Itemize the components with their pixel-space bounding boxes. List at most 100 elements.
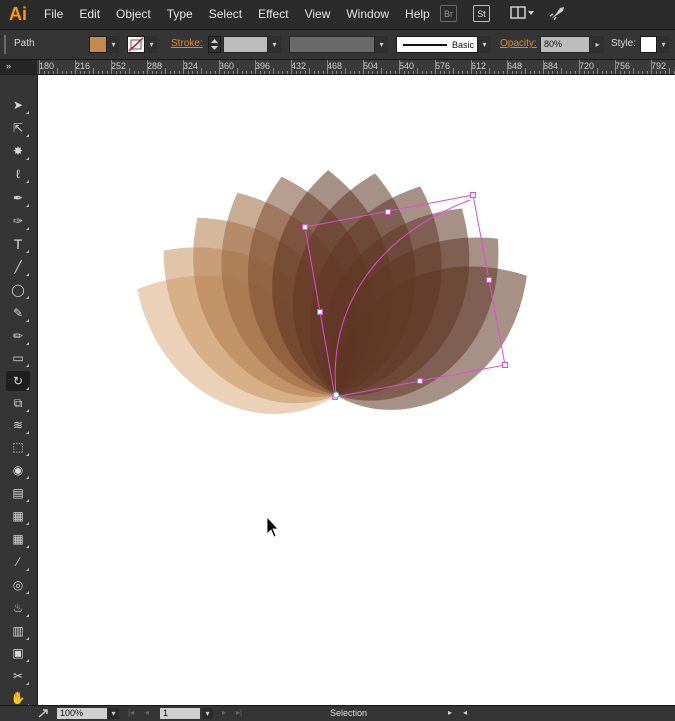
ruler-tick [309,68,310,74]
magic-wand-tool-button[interactable]: ✸ [6,141,30,161]
menu-edit[interactable]: Edit [71,0,108,29]
line-segment-tool-icon: ╱ [14,260,22,274]
opacity-input[interactable]: 80% [540,36,590,53]
menu-window[interactable]: Window [338,0,397,29]
zoom-level-input[interactable]: 100% [57,708,107,719]
lasso-tool-button[interactable]: ℓ [6,164,30,184]
symbol-sprayer-tool-button[interactable]: ♨ [6,598,30,618]
tool-flyout-indicator [26,453,29,456]
status-menu-arrow[interactable]: ▸ [448,708,452,717]
artboard-canvas[interactable] [38,75,675,705]
gpu-performance-button[interactable] [548,5,566,22]
artboard-number-input[interactable]: 1 [160,708,200,719]
stroke-swatch[interactable] [127,36,145,53]
tool-flyout-indicator [26,568,29,571]
paintbrush-tool-button[interactable]: ✎ [6,303,30,323]
variable-width-profile-select[interactable] [289,36,375,53]
eyedropper-tool-button[interactable]: ⁄ [6,552,30,572]
bounding-box-handle[interactable] [385,209,391,215]
graphic-style-swatch[interactable] [640,36,657,53]
ruler-tick [615,60,616,74]
menu-view[interactable]: View [297,0,339,29]
ruler-tick [381,68,382,74]
eraser-tool-button[interactable]: ▭ [6,348,30,368]
ruler-label: 576 [435,61,451,71]
blend-tool-button[interactable]: ◎ [6,575,30,595]
stock-button[interactable]: St [473,5,490,22]
ruler-tick [574,71,576,74]
collapse-panel-icon[interactable]: » [6,61,11,71]
stroke-dropdown-arrow[interactable]: ▾ [146,36,157,53]
bounding-box-handle[interactable] [486,277,492,283]
pen-tool-button[interactable]: ✒ [6,188,30,208]
ruler-tick [633,68,634,74]
variable-width-dropdown-arrow[interactable]: ▾ [375,36,388,53]
previous-artboard-button[interactable]: ◂ [145,708,149,717]
ruler-tick [385,71,387,74]
ruler-tick [48,71,49,74]
next-artboard-button[interactable]: ▸ [222,708,226,717]
rotate-tool-button[interactable]: ↻ [6,371,30,391]
status-arrow-icon[interactable] [38,708,50,719]
zoom-dropdown-arrow[interactable]: ▾ [108,708,119,719]
stroke-panel-link[interactable]: Stroke: [171,38,203,55]
mesh-tool-button[interactable]: ▦ [6,506,30,526]
scroll-left-arrow[interactable]: ◂ [463,708,467,717]
ruler-tick [597,68,598,74]
column-graph-tool-button[interactable]: ▥ [6,621,30,641]
bounding-box-handle[interactable] [302,224,308,230]
last-artboard-button[interactable]: ▸| [236,708,242,717]
free-transform-tool-button[interactable]: ⬚ [6,437,30,457]
shape-builder-tool-button[interactable]: ◉ [6,460,30,480]
menu-help[interactable]: Help [397,0,438,29]
graph-tool-button[interactable]: ▤ [6,483,30,503]
stroke-weight-dropdown-arrow[interactable]: ▾ [268,36,281,53]
selection-type-label: Path [14,38,35,49]
artboard-dropdown-arrow[interactable]: ▾ [202,708,213,719]
horizontal-ruler[interactable]: 180 216 252 288 324 360 396 432 468 504 540 576 612 6… [37,60,675,75]
bounding-box-handle[interactable] [502,362,508,368]
menu-select[interactable]: Select [201,0,250,29]
scale-tool-button[interactable]: ⧉ [6,393,30,413]
arrange-documents-button[interactable] [510,5,536,21]
menu-type[interactable]: Type [159,0,201,29]
brush-dropdown-arrow[interactable]: ▾ [478,36,491,53]
bounding-box-handle[interactable] [417,378,423,384]
warp-tool-button[interactable]: ≋ [6,415,30,435]
direct-selection-tool-button[interactable]: ⇱ [6,118,30,138]
ruler-tick [507,60,508,74]
menu-effect[interactable]: Effect [250,0,296,29]
opacity-panel-link[interactable]: Opacity: [500,38,537,55]
ruler-label: 324 [183,61,199,71]
rotation-origin-point[interactable] [332,391,340,399]
opacity-slider-arrow[interactable]: ▸ [591,36,604,53]
fill-swatch[interactable] [89,36,107,53]
stroke-weight-input[interactable] [223,36,268,53]
pencil-tool-button[interactable]: ✏ [6,326,30,346]
ruler-tick [183,60,184,74]
curvature-tool-button[interactable]: ✑ [6,211,30,231]
menu-file[interactable]: File [36,0,71,29]
slice-tool-button[interactable]: ✂ [6,666,30,686]
ruler-tick [151,71,153,74]
graphic-style-dropdown-arrow[interactable]: ▾ [658,36,669,53]
ruler-tick [484,71,486,74]
bounding-box-handle[interactable] [470,192,476,198]
line-segment-tool-button[interactable]: ╱ [6,257,30,277]
ruler-tick [88,71,90,74]
brush-definition-select[interactable]: Basic [396,36,478,53]
artboard-tool-button[interactable]: ▣ [6,643,30,663]
fill-dropdown-arrow[interactable]: ▾ [108,36,119,53]
bounding-box-handle[interactable] [317,309,323,315]
status-bar: 100% ▾ |◂ ◂ 1 ▾ ▸ ▸| Selection ▸ ◂ [0,705,675,721]
gradient-tool-button[interactable]: ▦ [6,529,30,549]
stroke-weight-stepper[interactable] [208,36,221,53]
type-tool-button[interactable]: T [6,234,30,254]
selection-tool-button[interactable]: ➤ [6,95,30,115]
bridge-button[interactable]: Br [440,5,457,22]
ellipse-tool-button[interactable]: ◯ [6,280,30,300]
first-artboard-button[interactable]: |◂ [128,708,134,717]
control-bar-grip[interactable] [4,35,6,54]
artwork [137,170,527,538]
menu-object[interactable]: Object [108,0,159,29]
